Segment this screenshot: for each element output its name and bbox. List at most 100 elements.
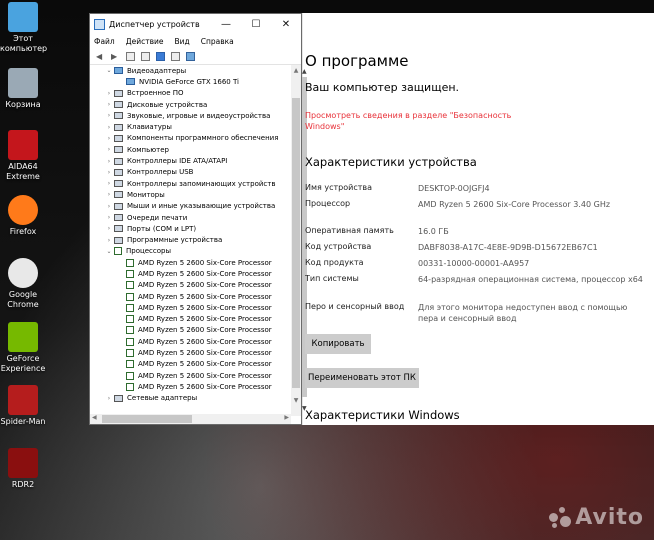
chevron-right-icon[interactable]: ›	[104, 124, 114, 131]
desktop-icon[interactable]: RDR2	[0, 448, 46, 490]
cpu-icon	[126, 371, 134, 380]
tree-item[interactable]: › Компоненты программного обеспечения	[90, 133, 291, 144]
tree-item[interactable]: AMD Ryzen 5 2600 Six-Core Processor	[90, 302, 291, 313]
desktop-icon[interactable]: Firefox	[0, 195, 46, 237]
tree-item[interactable]: › Звуковые, игровые и видеоустройства	[90, 110, 291, 121]
tree-item[interactable]: › Сетевые адаптеры	[90, 393, 291, 404]
chevron-right-icon[interactable]: ›	[104, 101, 114, 108]
details-icon[interactable]	[171, 51, 180, 61]
properties-icon[interactable]	[126, 51, 135, 61]
tree-item[interactable]: › Дисковые устройства	[90, 99, 291, 110]
rename-pc-button[interactable]: Переименовать этот ПК	[305, 368, 419, 388]
menu-help[interactable]: Справка	[201, 37, 234, 46]
desktop-icon[interactable]: Spider-Man	[0, 385, 46, 427]
desktop-icon-label: Этот компьютер	[0, 34, 48, 53]
desktop-icon[interactable]: Корзина	[0, 68, 46, 110]
tree-item[interactable]: › Очереди печати	[90, 212, 291, 223]
tree-item[interactable]: AMD Ryzen 5 2600 Six-Core Processor	[90, 314, 291, 325]
tree-item[interactable]: › Клавиатуры	[90, 121, 291, 132]
menu-file[interactable]: Файл	[94, 37, 115, 46]
tree-item[interactable]: › Контроллеры запоминающих устройств	[90, 178, 291, 189]
chevron-right-icon[interactable]: ›	[104, 135, 114, 142]
chevron-down-icon[interactable]: ⌄	[104, 248, 114, 255]
chevron-right-icon[interactable]: ›	[104, 191, 114, 198]
tree-item[interactable]: › Контроллеры IDE ATA/ATAPI	[90, 155, 291, 166]
help-icon[interactable]	[156, 51, 165, 61]
rdr2-icon	[8, 448, 38, 478]
tree-item-label: Видеоадаптеры	[127, 66, 187, 75]
device-tree[interactable]: ⌄ Видеоадаптеры NVIDIA GeForce GTX 1660 Ti…	[90, 65, 291, 415]
tree-item-label: Компьютер	[127, 145, 169, 154]
tree-item[interactable]: AMD Ryzen 5 2600 Six-Core Processor	[90, 370, 291, 381]
device-manager-app-icon	[94, 18, 105, 30]
tree-item[interactable]: › Мониторы	[90, 189, 291, 200]
tree-item-label: Встроенное ПО	[127, 89, 184, 98]
chevron-right-icon[interactable]: ›	[104, 225, 114, 232]
maximize-button[interactable]: ☐	[241, 19, 271, 30]
chevron-right-icon[interactable]: ›	[104, 203, 114, 210]
tree-item[interactable]: › Встроенное ПО	[90, 88, 291, 99]
tree-item-label: AMD Ryzen 5 2600 Six-Core Processor	[138, 337, 272, 346]
cpu-icon	[126, 337, 134, 346]
device-manager-window[interactable]: Диспетчер устройств — ☐ ✕ Файл Действие …	[89, 13, 302, 425]
tree-item[interactable]: › Контроллеры USB	[90, 167, 291, 178]
chevron-right-icon[interactable]: ›	[104, 180, 114, 187]
vertical-scrollbar[interactable]: ▲ ▼	[291, 65, 301, 416]
desktop-icon[interactable]: AIDA64 Extreme	[0, 130, 46, 182]
tree-item[interactable]: ⌄ Процессоры	[90, 246, 291, 257]
scrollbar-thumb[interactable]	[292, 98, 300, 388]
close-button[interactable]: ✕	[271, 19, 301, 30]
chevron-right-icon[interactable]: ›	[104, 112, 114, 119]
tree-item[interactable]: AMD Ryzen 5 2600 Six-Core Processor	[90, 268, 291, 279]
copy-button[interactable]: Копировать	[305, 334, 371, 354]
scroll-down-icon[interactable]: ▼	[291, 397, 301, 404]
scroll-left-icon[interactable]: ◀	[92, 414, 97, 421]
chevron-down-icon[interactable]: ⌄	[104, 67, 114, 74]
software-component-icon	[114, 134, 123, 142]
chevron-right-icon[interactable]: ›	[104, 395, 114, 402]
chevron-right-icon[interactable]: ›	[104, 158, 114, 165]
chevron-right-icon[interactable]: ›	[104, 146, 114, 153]
scroll-right-icon[interactable]: ▶	[284, 414, 289, 421]
tree-item[interactable]: AMD Ryzen 5 2600 Six-Core Processor	[90, 347, 291, 358]
tree-item[interactable]: AMD Ryzen 5 2600 Six-Core Processor	[90, 381, 291, 392]
tree-item[interactable]: AMD Ryzen 5 2600 Six-Core Processor	[90, 291, 291, 302]
menu-view[interactable]: Вид	[174, 37, 189, 46]
tree-item[interactable]: › Компьютер	[90, 144, 291, 155]
tree-item[interactable]: AMD Ryzen 5 2600 Six-Core Processor	[90, 336, 291, 347]
scan-hardware-icon[interactable]	[186, 51, 195, 61]
tree-item[interactable]: › Программные устройства	[90, 234, 291, 245]
mouse-icon	[114, 202, 123, 210]
tree-item[interactable]: NVIDIA GeForce GTX 1660 Ti	[90, 76, 291, 87]
keyboard-icon	[114, 123, 123, 131]
tree-item[interactable]: AMD Ryzen 5 2600 Six-Core Processor	[90, 257, 291, 268]
tree-item[interactable]: AMD Ryzen 5 2600 Six-Core Processor	[90, 359, 291, 370]
tree-item-label: AMD Ryzen 5 2600 Six-Core Processor	[138, 303, 272, 312]
print-queue-icon	[114, 214, 123, 221]
tree-item-label: AMD Ryzen 5 2600 Six-Core Processor	[138, 315, 272, 324]
desktop-icon[interactable]: Этот компьютер	[0, 2, 48, 54]
tree-item[interactable]: › Порты (COM и LPT)	[90, 223, 291, 234]
tree-item[interactable]: AMD Ryzen 5 2600 Six-Core Processor	[90, 280, 291, 291]
device-manager-titlebar[interactable]: Диспетчер устройств — ☐ ✕	[90, 14, 301, 34]
desktop-icon[interactable]: GeForce Experience	[0, 322, 46, 374]
menu-action[interactable]: Действие	[126, 37, 164, 46]
protection-status: Ваш компьютер защищен.	[305, 81, 460, 94]
tree-item[interactable]: › Мыши и иные указывающие устройства	[90, 201, 291, 212]
minimize-button[interactable]: —	[211, 19, 241, 30]
chevron-right-icon[interactable]: ›	[104, 90, 114, 97]
back-arrow-icon[interactable]: ◀	[96, 52, 105, 61]
desktop-icon-label: Firefox	[9, 227, 37, 236]
security-link[interactable]: Просмотреть сведения в разделе "Безопасн…	[305, 110, 535, 132]
tree-item[interactable]: ⌄ Видеоадаптеры	[90, 65, 291, 76]
desktop-icon[interactable]: Google Chrome	[0, 258, 46, 310]
horizontal-scrollbar[interactable]: ◀ ▶	[90, 414, 291, 424]
hscrollbar-thumb[interactable]	[102, 415, 192, 423]
list-view-icon[interactable]	[141, 51, 150, 61]
chevron-right-icon[interactable]: ›	[104, 169, 114, 176]
scroll-up-icon[interactable]: ▲	[291, 67, 301, 74]
chevron-right-icon[interactable]: ›	[104, 237, 114, 244]
tree-item[interactable]: AMD Ryzen 5 2600 Six-Core Processor	[90, 325, 291, 336]
chevron-right-icon[interactable]: ›	[104, 214, 114, 221]
forward-arrow-icon[interactable]: ▶	[111, 52, 120, 61]
